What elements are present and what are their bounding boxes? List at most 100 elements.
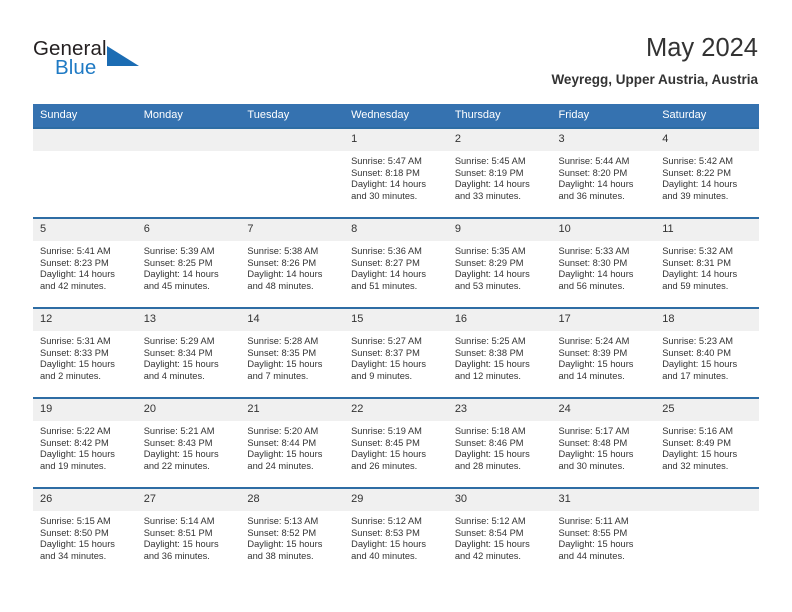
daylight-text: Daylight: 14 hours and 51 minutes. bbox=[351, 269, 427, 291]
daylight-text: Daylight: 14 hours and 59 minutes. bbox=[662, 269, 738, 291]
sunrise-text: Sunrise: 5:33 AM bbox=[558, 246, 630, 256]
calendar-day-cell[interactable]: 3 Sunrise: 5:44 AM Sunset: 8:20 PM Daylight… bbox=[551, 127, 656, 218]
day-number: 21 bbox=[240, 399, 345, 421]
sunset-text: Sunset: 8:23 PM bbox=[40, 257, 109, 268]
daylight-text: Daylight: 14 hours and 33 minutes. bbox=[454, 179, 530, 201]
calendar-day-cell[interactable]: 7 Sunrise: 5:38 AM Sunset: 8:26 PM Daylight… bbox=[240, 217, 345, 308]
daylight-text: Daylight: 15 hours and 22 minutes. bbox=[143, 449, 219, 471]
calendar-day-cell[interactable]: 17 Sunrise: 5:24 AM Sunset: 8:39 PM Dayligh… bbox=[551, 307, 656, 398]
calendar-day-cell[interactable]: 25 Sunrise: 5:16 AM Sunset: 8:49 PM Dayligh… bbox=[655, 397, 759, 488]
day-details: Sunrise: 5:36 AM Sunset: 8:27 PM Daylight:… bbox=[344, 241, 448, 292]
day-number: 25 bbox=[655, 399, 759, 421]
day-details: Sunrise: 5:18 AM Sunset: 8:46 PM Daylight:… bbox=[448, 421, 552, 472]
day-number: 10 bbox=[551, 219, 656, 241]
calendar-day-cell[interactable]: 22 Sunrise: 5:19 AM Sunset: 8:45 PM Dayligh… bbox=[344, 397, 448, 488]
calendar-day-cell[interactable]: 2 Sunrise: 5:45 AM Sunset: 8:19 PM Daylight… bbox=[447, 127, 552, 218]
calendar-day-cell[interactable]: 1 Sunrise: 5:47 AM Sunset: 8:18 PM Daylight… bbox=[344, 127, 448, 218]
daylight-text: Daylight: 14 hours and 45 minutes. bbox=[143, 269, 219, 291]
sunset-text: Sunset: 8:30 PM bbox=[558, 257, 628, 268]
sunset-text: Sunset: 8:44 PM bbox=[247, 437, 317, 448]
calendar-day-cell[interactable]: 14 Sunrise: 5:28 AM Sunset: 8:35 PM Dayligh… bbox=[240, 307, 345, 398]
day-details: Sunrise: 5:13 AM Sunset: 8:52 PM Daylight:… bbox=[240, 511, 344, 562]
day-details: Sunrise: 5:20 AM Sunset: 8:44 PM Daylight:… bbox=[240, 421, 344, 472]
calendar-day-cell[interactable]: 15 Sunrise: 5:27 AM Sunset: 8:37 PM Dayligh… bbox=[344, 307, 448, 398]
sunset-text: Sunset: 8:55 PM bbox=[558, 527, 628, 538]
calendar-week-row: 19 Sunrise: 5:22 AM Sunset: 8:42 PM Dayligh… bbox=[33, 397, 759, 488]
day-details: Sunrise: 5:31 AM Sunset: 8:33 PM Daylight:… bbox=[33, 331, 137, 382]
sunset-text: Sunset: 8:40 PM bbox=[662, 347, 731, 358]
calendar-day-cell[interactable]: 20 Sunrise: 5:21 AM Sunset: 8:43 PM Dayligh… bbox=[136, 397, 241, 488]
sunrise-text: Sunrise: 5:45 AM bbox=[454, 156, 526, 166]
calendar-body: 1 Sunrise: 5:47 AM Sunset: 8:18 PM Daylight… bbox=[33, 127, 759, 577]
day-number: 9 bbox=[447, 219, 552, 241]
day-number: 2 bbox=[447, 129, 552, 151]
sunrise-text: Sunrise: 5:27 AM bbox=[351, 336, 422, 346]
calendar-day-cell[interactable]: 21 Sunrise: 5:20 AM Sunset: 8:44 PM Dayligh… bbox=[240, 397, 345, 488]
general-blue-logo[interactable]: General Blue bbox=[33, 38, 153, 84]
sunset-text: Sunset: 8:49 PM bbox=[662, 437, 731, 448]
calendar-day-cell[interactable]: 9 Sunrise: 5:35 AM Sunset: 8:29 PM Daylight… bbox=[447, 217, 552, 308]
sunrise-text: Sunrise: 5:16 AM bbox=[662, 426, 734, 436]
day-details: Sunrise: 5:25 AM Sunset: 8:38 PM Daylight:… bbox=[448, 331, 552, 382]
daylight-text: Daylight: 15 hours and 44 minutes. bbox=[558, 539, 634, 561]
daylight-text: Daylight: 14 hours and 53 minutes. bbox=[454, 269, 530, 291]
calendar-day-cell[interactable]: 16 Sunrise: 5:25 AM Sunset: 8:38 PM Dayligh… bbox=[447, 307, 552, 398]
day-details: Sunrise: 5:41 AM Sunset: 8:23 PM Daylight:… bbox=[33, 241, 137, 292]
day-details: Sunrise: 5:23 AM Sunset: 8:40 PM Daylight:… bbox=[655, 331, 759, 382]
day-number: 29 bbox=[344, 489, 448, 511]
sunset-text: Sunset: 8:25 PM bbox=[143, 257, 213, 268]
weekday-header-sunday: Sunday bbox=[33, 104, 137, 128]
sunrise-text: Sunrise: 5:21 AM bbox=[143, 426, 215, 436]
sunrise-text: Sunrise: 5:47 AM bbox=[351, 156, 422, 166]
calendar-day-cell[interactable]: 5 Sunrise: 5:41 AM Sunset: 8:23 PM Daylight… bbox=[33, 217, 137, 308]
calendar-day-cell[interactable]: 27 Sunrise: 5:14 AM Sunset: 8:51 PM Dayligh… bbox=[136, 487, 241, 577]
day-number: 12 bbox=[33, 309, 137, 331]
calendar-day-cell[interactable]: 31 Sunrise: 5:11 AM Sunset: 8:55 PM Dayligh… bbox=[551, 487, 656, 577]
weekday-header-thursday: Thursday bbox=[447, 104, 552, 128]
day-details: Sunrise: 5:42 AM Sunset: 8:22 PM Daylight:… bbox=[655, 151, 759, 202]
sunrise-text: Sunrise: 5:22 AM bbox=[40, 426, 111, 436]
page-header: General Blue May 2024 Weyregg, Upper Aus… bbox=[0, 0, 792, 100]
sunset-text: Sunset: 8:37 PM bbox=[351, 347, 420, 358]
calendar-day-cell[interactable]: 12 Sunrise: 5:31 AM Sunset: 8:33 PM Dayligh… bbox=[33, 307, 137, 398]
daylight-text: Daylight: 15 hours and 12 minutes. bbox=[454, 359, 530, 381]
sunrise-text: Sunrise: 5:24 AM bbox=[558, 336, 630, 346]
calendar-day-cell[interactable]: 26 Sunrise: 5:15 AM Sunset: 8:50 PM Dayligh… bbox=[33, 487, 137, 577]
sunset-text: Sunset: 8:22 PM bbox=[662, 167, 731, 178]
calendar-day-cell[interactable]: 28 Sunrise: 5:13 AM Sunset: 8:52 PM Dayligh… bbox=[240, 487, 345, 577]
sunrise-text: Sunrise: 5:29 AM bbox=[143, 336, 215, 346]
calendar-day-cell[interactable]: 13 Sunrise: 5:29 AM Sunset: 8:34 PM Dayligh… bbox=[136, 307, 241, 398]
sunset-text: Sunset: 8:39 PM bbox=[558, 347, 628, 358]
daylight-text: Daylight: 15 hours and 2 minutes. bbox=[40, 359, 115, 381]
sunset-text: Sunset: 8:18 PM bbox=[351, 167, 420, 178]
day-number: 28 bbox=[240, 489, 345, 511]
calendar-day-cell[interactable]: 18 Sunrise: 5:23 AM Sunset: 8:40 PM Dayligh… bbox=[655, 307, 759, 398]
day-number: 26 bbox=[33, 489, 137, 511]
daylight-text: Daylight: 14 hours and 48 minutes. bbox=[247, 269, 323, 291]
calendar-day-cell[interactable]: 10 Sunrise: 5:33 AM Sunset: 8:30 PM Dayligh… bbox=[551, 217, 656, 308]
calendar-day-cell[interactable]: 24 Sunrise: 5:17 AM Sunset: 8:48 PM Dayligh… bbox=[551, 397, 656, 488]
calendar-week-row: 26 Sunrise: 5:15 AM Sunset: 8:50 PM Dayligh… bbox=[33, 487, 759, 577]
calendar-day-cell[interactable]: 23 Sunrise: 5:18 AM Sunset: 8:46 PM Dayligh… bbox=[447, 397, 552, 488]
page-title: May 2024 bbox=[646, 34, 758, 62]
sunrise-text: Sunrise: 5:18 AM bbox=[454, 426, 526, 436]
calendar-day-cell[interactable]: 4 Sunrise: 5:42 AM Sunset: 8:22 PM Daylight… bbox=[655, 127, 759, 218]
daylight-text: Daylight: 14 hours and 42 minutes. bbox=[40, 269, 115, 291]
calendar-day-cell[interactable]: 19 Sunrise: 5:22 AM Sunset: 8:42 PM Dayligh… bbox=[33, 397, 137, 488]
calendar-day-cell[interactable]: 29 Sunrise: 5:12 AM Sunset: 8:53 PM Dayligh… bbox=[344, 487, 448, 577]
triangle-icon bbox=[107, 46, 139, 66]
calendar-day-cell-empty bbox=[33, 127, 137, 218]
calendar-day-cell[interactable]: 6 Sunrise: 5:39 AM Sunset: 8:25 PM Daylight… bbox=[136, 217, 241, 308]
calendar-day-cell[interactable]: 8 Sunrise: 5:36 AM Sunset: 8:27 PM Daylight… bbox=[344, 217, 448, 308]
sunrise-text: Sunrise: 5:20 AM bbox=[247, 426, 319, 436]
calendar-header-row: Sunday Monday Tuesday Wednesday Thursday… bbox=[33, 104, 759, 128]
day-details: Sunrise: 5:14 AM Sunset: 8:51 PM Daylight:… bbox=[137, 511, 241, 562]
calendar-day-cell[interactable]: 11 Sunrise: 5:32 AM Sunset: 8:31 PM Dayligh… bbox=[655, 217, 759, 308]
sunset-text: Sunset: 8:45 PM bbox=[351, 437, 420, 448]
daylight-text: Daylight: 15 hours and 9 minutes. bbox=[351, 359, 427, 381]
day-details: Sunrise: 5:12 AM Sunset: 8:54 PM Daylight:… bbox=[448, 511, 552, 562]
day-details: Sunrise: 5:45 AM Sunset: 8:19 PM Daylight:… bbox=[448, 151, 552, 202]
day-number: 14 bbox=[240, 309, 345, 331]
calendar-day-cell[interactable]: 30 Sunrise: 5:12 AM Sunset: 8:54 PM Dayligh… bbox=[447, 487, 552, 577]
day-details: Sunrise: 5:32 AM Sunset: 8:31 PM Daylight:… bbox=[655, 241, 759, 292]
